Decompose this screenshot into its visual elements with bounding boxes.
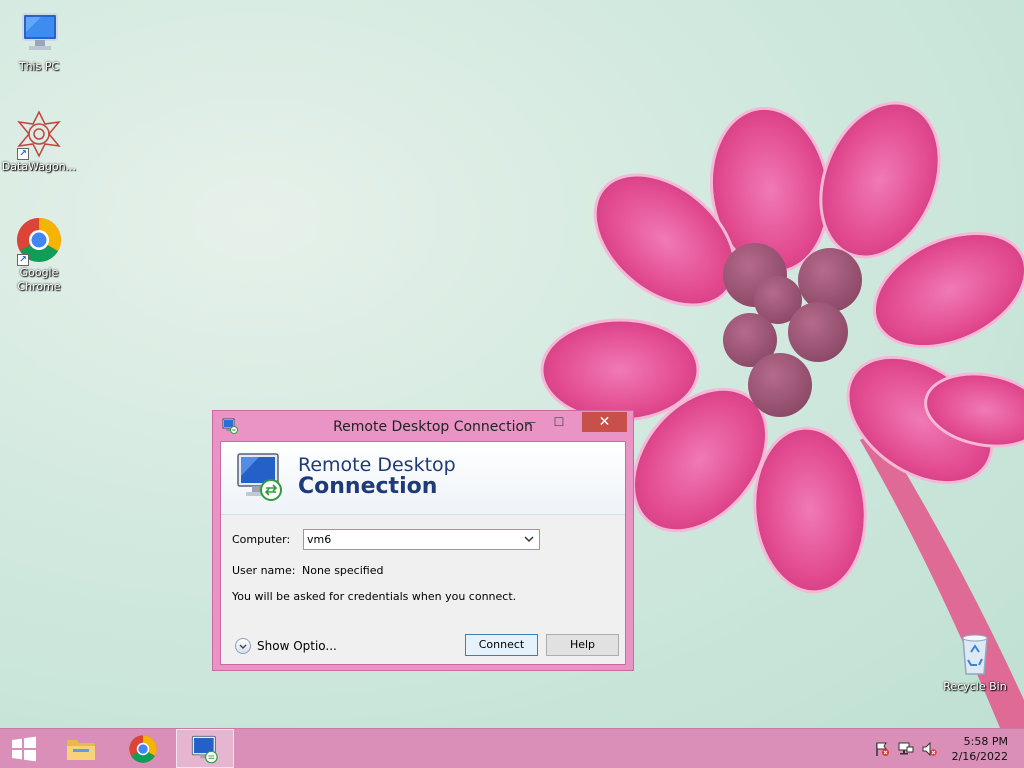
folder-icon <box>67 739 95 760</box>
dialog-client-area: Remote Desktop Connection Computer: User… <box>220 441 626 665</box>
computer-input[interactable] <box>304 530 517 549</box>
username-label: User name: <box>232 564 296 577</box>
help-button[interactable]: Help <box>546 634 619 656</box>
clock-time: 5:58 PM <box>963 735 1008 748</box>
shortcut-arrow-icon: ↗ <box>17 254 29 266</box>
action-center-flag-icon[interactable] <box>874 741 890 757</box>
this-pc-label: This PC <box>18 60 60 73</box>
close-button[interactable]: ✕ <box>582 412 627 432</box>
remote-desktop-connection-window: Remote Desktop Connection — ☐ ✕ Remote D… <box>212 410 634 671</box>
computer-label: Computer: <box>232 533 291 546</box>
taskbar: 5:58 PM 2/16/2022 <box>0 728 1024 768</box>
minimize-icon: — <box>524 415 536 429</box>
shortcut-arrow-icon: ↗ <box>17 148 29 160</box>
close-icon: ✕ <box>598 414 611 430</box>
show-options-label: Show Optio... <box>257 639 337 653</box>
show-options-toggle[interactable]: Show Optio... <box>235 636 337 656</box>
remote-desktop-taskbar-button[interactable] <box>176 729 234 768</box>
volume-muted-icon[interactable] <box>921 741 937 757</box>
network-icon[interactable] <box>898 741 914 757</box>
google-chrome-label: Google Chrome <box>17 266 61 293</box>
minimize-button[interactable]: — <box>517 412 543 432</box>
recycle-bin-label: Recycle Bin <box>943 680 1007 693</box>
dialog-banner: Remote Desktop Connection <box>221 442 625 515</box>
computer-icon <box>15 10 63 58</box>
remote-desktop-monitor-icon <box>237 453 282 501</box>
file-explorer-taskbar-button[interactable] <box>52 729 110 768</box>
google-chrome-taskbar-button[interactable] <box>114 729 172 768</box>
window-titlebar[interactable]: Remote Desktop Connection — ☐ ✕ <box>213 411 633 441</box>
this-pc-desktop-icon[interactable]: This PC <box>1 10 77 74</box>
remote-desktop-icon <box>191 735 218 763</box>
computer-combobox[interactable] <box>303 529 540 550</box>
banner-title-line2: Connection <box>298 474 438 499</box>
banner-title-line1: Remote Desktop <box>298 454 456 476</box>
windows-logo-icon <box>12 736 36 761</box>
datawagon-icon: ↗ <box>15 110 63 160</box>
clock-date: 2/16/2022 <box>951 750 1008 763</box>
username-value: None specified <box>302 564 384 577</box>
chevron-down-icon[interactable] <box>523 533 535 545</box>
maximize-button[interactable]: ☐ <box>546 412 572 432</box>
datawagon-desktop-icon[interactable]: ↗ DataWagon... <box>1 110 77 174</box>
recycle-bin-desktop-icon[interactable]: Recycle Bin <box>937 630 1013 694</box>
start-button[interactable] <box>0 729 48 768</box>
recycle-bin-icon <box>951 630 999 678</box>
chrome-icon: ↗ <box>15 216 63 266</box>
taskbar-clock[interactable]: 5:58 PM 2/16/2022 <box>952 734 1008 764</box>
chrome-icon <box>129 734 157 763</box>
maximize-icon: ☐ <box>553 415 565 429</box>
expand-circle-icon <box>235 638 251 654</box>
google-chrome-desktop-icon[interactable]: ↗ Google Chrome <box>1 216 77 294</box>
desktop[interactable]: This PC ↗ DataWagon... ↗ Google Chrome R… <box>0 0 1024 728</box>
datawagon-label: DataWagon... <box>1 160 77 173</box>
credentials-info-text: You will be asked for credentials when y… <box>232 590 517 603</box>
connect-button[interactable]: Connect <box>465 634 538 656</box>
